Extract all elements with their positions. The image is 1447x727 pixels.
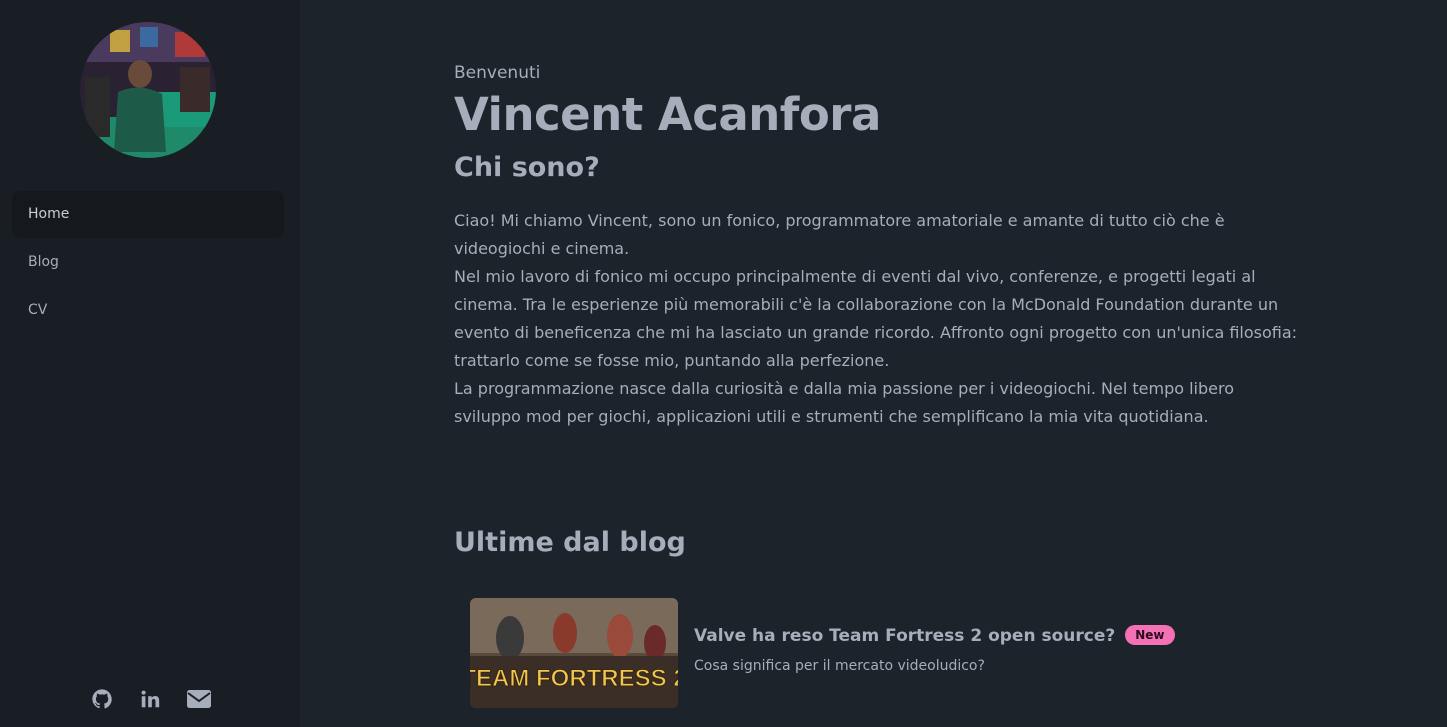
about-heading: Chi sono? [454, 152, 600, 183]
sidebar: Home Blog CV [0, 0, 300, 727]
sidebar-item-cv[interactable]: CV [12, 287, 284, 334]
linkedin-icon[interactable] [139, 688, 161, 710]
avatar [80, 22, 216, 158]
sidebar-item-blog[interactable]: Blog [12, 239, 284, 286]
new-badge: New [1125, 625, 1175, 645]
about-paragraph: La programmazione nasce dalla curiosità … [454, 379, 1234, 426]
post-description: Cosa significa per il mercato videoludic… [694, 658, 985, 674]
post-thumbnail-text: TEAM FORTRESS 2 [470, 665, 678, 692]
post-title-text: Valve ha reso Team Fortress 2 open sourc… [694, 626, 1116, 646]
about-text: Ciao! Mi chiamo Vincent, sono un fonico,… [454, 207, 1304, 431]
social-links [0, 688, 300, 710]
blog-post-card[interactable]: TEAM FORTRESS 2 Valve ha reso Team Fortr… [470, 598, 1230, 708]
about-paragraph: Nel mio lavoro di fonico mi occupo princ… [454, 267, 1298, 370]
sidebar-item-home[interactable]: Home [12, 191, 284, 238]
envelope-icon[interactable] [187, 688, 211, 710]
post-thumbnail: TEAM FORTRESS 2 [470, 598, 678, 708]
github-icon[interactable] [91, 688, 113, 710]
greeting: Benvenuti [454, 63, 541, 83]
sidebar-nav: Home Blog CV [12, 191, 284, 335]
blog-heading: Ultime dal blog [454, 527, 686, 558]
post-title[interactable]: Valve ha reso Team Fortress 2 open sourc… [694, 625, 1175, 646]
page-title: Vincent Acanfora [454, 88, 881, 141]
about-paragraph: Ciao! Mi chiamo Vincent, sono un fonico,… [454, 211, 1225, 258]
avatar-photo [80, 22, 216, 158]
